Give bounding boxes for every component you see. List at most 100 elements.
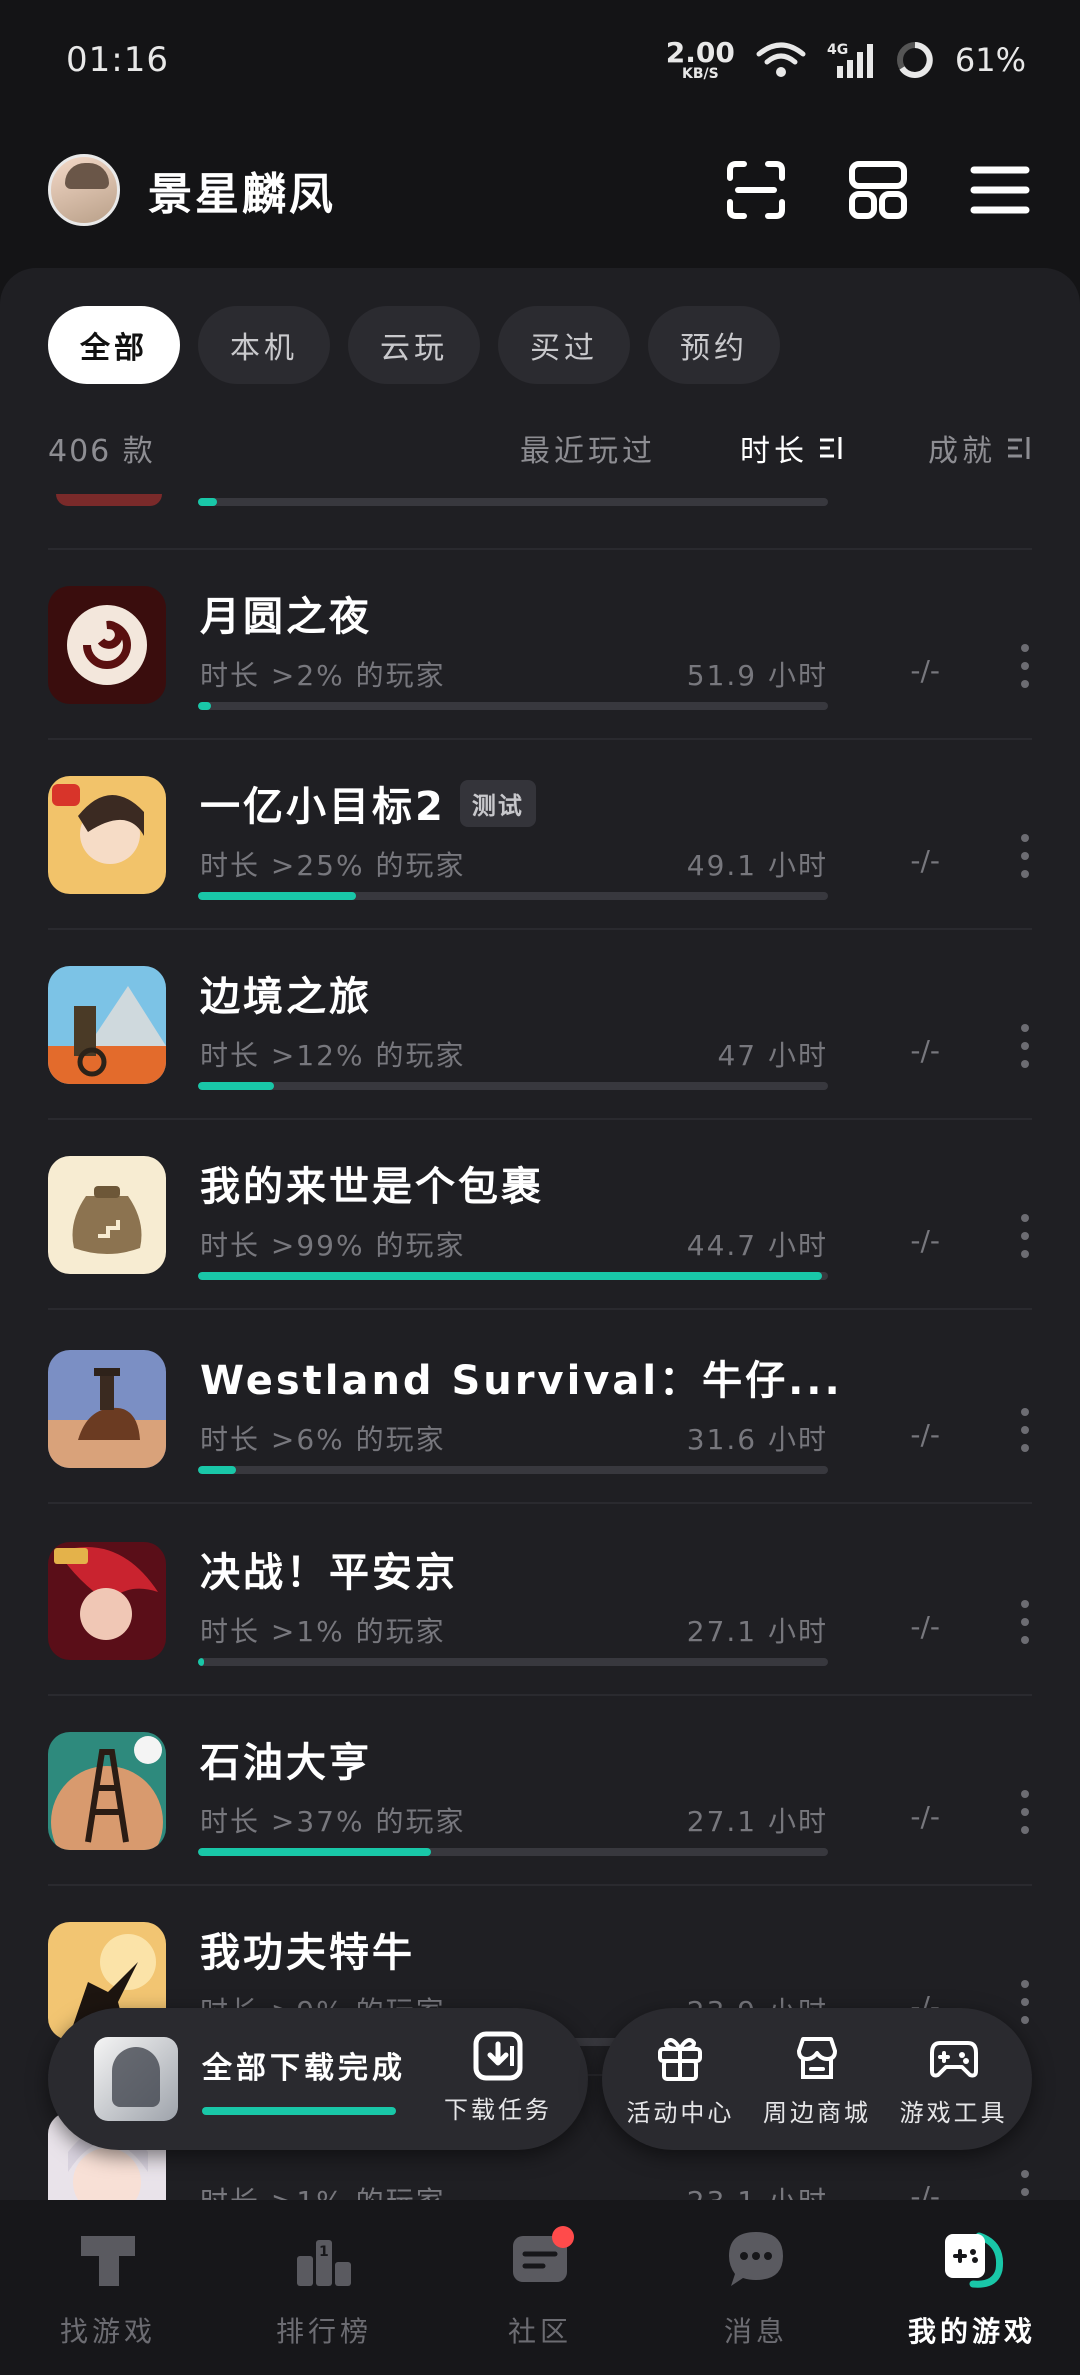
sort-bar: 406 款 最近玩过 时长 成就 bbox=[48, 418, 1032, 478]
sort-recent-label: 最近玩过 bbox=[520, 434, 656, 469]
more-options-icon[interactable] bbox=[1018, 1212, 1032, 1260]
achievement-count: -/- bbox=[910, 1610, 940, 1643]
game-row[interactable]: 月圆之夜 时长 >2% 的玩家 51.9 小时 -/- bbox=[48, 550, 1032, 740]
net-speed-value: 2.00 bbox=[665, 36, 735, 69]
game-tools-button[interactable]: 游戏工具 bbox=[900, 2031, 1008, 2128]
tools-widget: 活动中心 周边商城 游戏工具 bbox=[602, 2008, 1032, 2150]
game-count: 406 款 bbox=[48, 434, 155, 469]
game-icon-onmyoji-arena bbox=[48, 1542, 166, 1660]
merch-shop-button[interactable]: 周边商城 bbox=[763, 2031, 871, 2128]
playtime-bar-fill bbox=[198, 702, 211, 710]
playtime-bar-fill bbox=[198, 1082, 274, 1090]
sort-desc-icon bbox=[1008, 437, 1030, 459]
wifi-icon bbox=[756, 42, 806, 77]
sort-options: 最近玩过 时长 成就 bbox=[520, 426, 1032, 470]
more-options-icon[interactable] bbox=[1018, 642, 1032, 690]
scan-icon[interactable] bbox=[724, 158, 788, 222]
more-options-icon[interactable] bbox=[1018, 1788, 1032, 1836]
playtime-bar-fill bbox=[198, 1466, 236, 1474]
download-task-button[interactable]: 下载任务 bbox=[444, 2030, 552, 2125]
nav-ranking[interactable]: 1 排行榜 bbox=[234, 2226, 414, 2350]
game-icon-moon-night bbox=[48, 586, 166, 704]
download-status: 全部下载完成 bbox=[202, 2051, 406, 2086]
more-options-icon[interactable] bbox=[1018, 1022, 1032, 1070]
game-title: 我功夫特牛 bbox=[200, 1920, 415, 1978]
game-title-text: 我的来世是个包裹 bbox=[200, 1164, 544, 1210]
nav-find-games[interactable]: 找游戏 bbox=[18, 2226, 198, 2350]
game-icon-oil-tycoon bbox=[48, 1732, 166, 1850]
nav-my-games[interactable]: 我的游戏 bbox=[882, 2226, 1062, 2350]
download-widget[interactable]: 全部下载完成 下载任务 bbox=[48, 2008, 588, 2150]
game-row[interactable]: 决战！平安京 时长 >1% 的玩家 27.1 小时 -/- bbox=[48, 1506, 1032, 1696]
more-options-icon[interactable] bbox=[1018, 832, 1032, 880]
nav-community[interactable]: 社区 bbox=[450, 2226, 630, 2350]
filter-chip-all[interactable]: 全部 bbox=[48, 306, 180, 384]
nav-label: 社区 bbox=[507, 2315, 572, 2348]
test-badge: 测试 bbox=[459, 779, 536, 827]
game-row[interactable]: 一亿小目标2 测试 时长 >25% 的玩家 49.1 小时 -/- bbox=[48, 740, 1032, 930]
game-icon-border-journey bbox=[48, 966, 166, 1084]
menu-icon[interactable] bbox=[968, 158, 1032, 222]
more-options-icon[interactable] bbox=[1018, 1978, 1032, 2026]
net-speed-unit: KB/S bbox=[681, 66, 719, 82]
achievement-count: -/- bbox=[910, 844, 940, 877]
download-task-label: 下载任务 bbox=[444, 2096, 552, 2124]
game-title-text: 石油大亨 bbox=[200, 1740, 372, 1786]
playtime-bar bbox=[198, 1848, 828, 1856]
filter-chip-local[interactable]: 本机 bbox=[198, 306, 330, 384]
nav-messages[interactable]: 消息 bbox=[666, 2226, 846, 2350]
svg-text:4G: 4G bbox=[827, 42, 848, 58]
more-options-icon[interactable] bbox=[1018, 1406, 1032, 1454]
sort-duration[interactable]: 时长 bbox=[740, 426, 844, 470]
playtime-bar bbox=[198, 702, 828, 710]
username[interactable]: 景星麟凤 bbox=[148, 158, 336, 222]
achievement-count: -/- bbox=[910, 1224, 940, 1257]
playtime-hours: 49.1 小时 bbox=[686, 849, 828, 882]
playtime-bar bbox=[198, 1272, 828, 1280]
header-actions bbox=[724, 158, 1032, 222]
game-title-text: 决战！平安京 bbox=[200, 1550, 458, 1596]
playtime-bar bbox=[198, 1082, 828, 1090]
playtime-rank: 时长 >2% 的玩家 bbox=[200, 659, 446, 692]
playtime-hours: 27.1 小时 bbox=[686, 1805, 828, 1838]
playtime-rank: 时长 >1% 的玩家 bbox=[200, 1615, 446, 1648]
game-title-text: 一亿小目标2 bbox=[200, 784, 446, 830]
playtime-rank: 时长 >99% 的玩家 bbox=[200, 1229, 466, 1262]
game-title-text: Westland Survival：牛仔... bbox=[200, 1358, 843, 1404]
status-time: 01:16 bbox=[66, 40, 169, 80]
game-icon-afterlife-package bbox=[48, 1156, 166, 1274]
achievement-count: -/- bbox=[910, 1418, 940, 1451]
signal-4g-icon: 4G bbox=[827, 42, 873, 78]
more-options-icon[interactable] bbox=[1018, 1598, 1032, 1646]
game-row[interactable]: 边境之旅 时长 >12% 的玩家 47 小时 -/- bbox=[48, 930, 1032, 1120]
game-title: 一亿小目标2 测试 bbox=[200, 774, 536, 832]
activity-center-label: 活动中心 bbox=[626, 2098, 735, 2127]
avatar[interactable] bbox=[48, 154, 120, 226]
game-row[interactable]: 我的来世是个包裹 时长 >99% 的玩家 44.7 小时 -/- bbox=[48, 1120, 1032, 1310]
game-icon-westland-survival bbox=[48, 1350, 166, 1468]
game-icon-small-goal bbox=[48, 776, 166, 894]
status-indicators: 2.00 KB/S 4G 61% bbox=[665, 36, 1026, 82]
game-title: 月圆之夜 bbox=[200, 584, 372, 642]
sort-recent[interactable]: 最近玩过 bbox=[520, 426, 656, 470]
filter-chip-cloud[interactable]: 云玩 bbox=[348, 306, 480, 384]
filter-chip-purchased[interactable]: 买过 bbox=[498, 306, 630, 384]
playtime-rank: 时长 >25% 的玩家 bbox=[200, 849, 466, 882]
my-games-icon bbox=[945, 2232, 1004, 2288]
download-progress-bar bbox=[202, 2107, 396, 2115]
game-row[interactable]: Westland Survival：牛仔... 时长 >6% 的玩家 31.6 … bbox=[48, 1314, 1032, 1504]
game-row[interactable]: 石油大亨 时长 >37% 的玩家 27.1 小时 -/- bbox=[48, 1696, 1032, 1886]
activity-center-button[interactable]: 活动中心 bbox=[626, 2031, 734, 2128]
gift-icon bbox=[658, 2037, 703, 2081]
playtime-bar bbox=[198, 498, 828, 506]
game-title: 我的来世是个包裹 bbox=[200, 1154, 544, 1212]
grid-icon[interactable] bbox=[846, 158, 910, 222]
game-icon bbox=[56, 494, 162, 506]
filter-chip-reserved[interactable]: 预约 bbox=[648, 306, 780, 384]
sort-achievement[interactable]: 成就 bbox=[928, 426, 1032, 470]
battery-percent: 61% bbox=[954, 41, 1026, 79]
gamepad-icon bbox=[929, 2040, 978, 2077]
download-status-block: 全部下载完成 bbox=[202, 2043, 406, 2115]
game-title: Westland Survival：牛仔... bbox=[200, 1348, 840, 1406]
game-list[interactable]: 月圆之夜 时长 >2% 的玩家 51.9 小时 -/- 一亿小目标2 测试 时长 bbox=[0, 494, 1080, 2244]
